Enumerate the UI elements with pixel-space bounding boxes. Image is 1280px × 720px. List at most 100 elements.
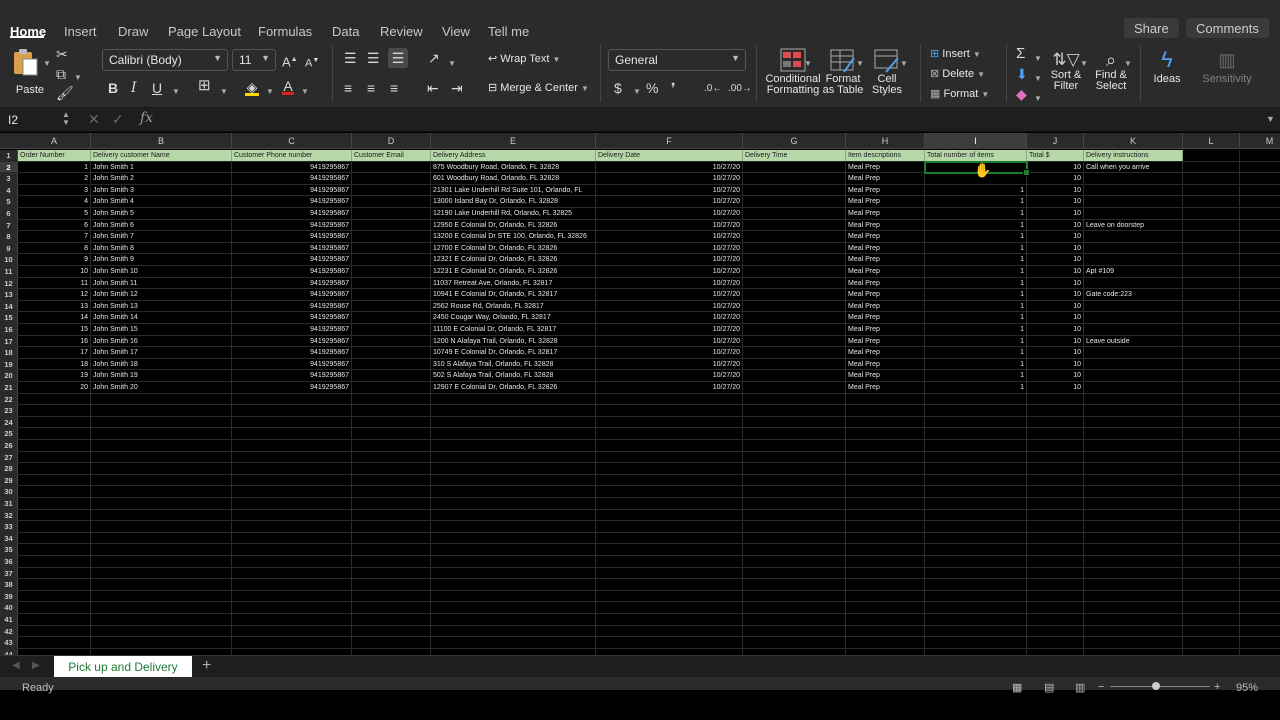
cell-m43[interactable] bbox=[1240, 637, 1280, 648]
cell-i7[interactable]: 1 bbox=[925, 219, 1027, 231]
cell-d17[interactable] bbox=[352, 335, 431, 347]
cell-a26[interactable] bbox=[18, 440, 91, 451]
cell-l20[interactable] bbox=[1183, 370, 1240, 381]
row-header-30[interactable]: 30 bbox=[0, 486, 18, 497]
row-header-34[interactable]: 34 bbox=[0, 532, 18, 544]
cell-g15[interactable] bbox=[743, 312, 846, 323]
cell-k27[interactable] bbox=[1084, 451, 1183, 463]
cell-b34[interactable] bbox=[91, 532, 232, 544]
cell-k26[interactable] bbox=[1084, 440, 1183, 451]
cell-g22[interactable] bbox=[743, 393, 846, 405]
cell-l26[interactable] bbox=[1183, 440, 1240, 451]
currency-dropdown-icon[interactable]: ▼ bbox=[633, 84, 641, 100]
cell-l29[interactable] bbox=[1183, 474, 1240, 486]
cell-i30[interactable] bbox=[925, 486, 1027, 497]
cell-a31[interactable] bbox=[18, 498, 91, 509]
cell-l25[interactable] bbox=[1183, 428, 1240, 439]
cell-a32[interactable] bbox=[18, 509, 91, 521]
row-header-35[interactable]: 35 bbox=[0, 544, 18, 555]
cell-i10[interactable]: 1 bbox=[925, 254, 1027, 265]
comments-button[interactable]: Comments bbox=[1186, 18, 1269, 38]
row-header-20[interactable]: 20 bbox=[0, 370, 18, 381]
cell-k19[interactable] bbox=[1084, 358, 1183, 370]
cell-c23[interactable] bbox=[232, 405, 352, 416]
align-center-icon[interactable]: ≡ bbox=[367, 80, 375, 96]
cell-c27[interactable] bbox=[232, 451, 352, 463]
cell-f1[interactable]: Delivery Date bbox=[596, 150, 743, 161]
font-color-icon[interactable]: A bbox=[282, 78, 294, 95]
row-header-4[interactable]: 4 bbox=[0, 184, 18, 196]
cell-f38[interactable] bbox=[596, 579, 743, 590]
cell-c28[interactable] bbox=[232, 463, 352, 474]
cell-e10[interactable]: 12321 E Colonial Dr, Orlando, FL 32826 bbox=[431, 254, 596, 265]
cell-m29[interactable] bbox=[1240, 475, 1280, 486]
cut-icon[interactable]: ✂ bbox=[56, 46, 68, 62]
cell-g1[interactable]: Delivery Time bbox=[743, 150, 846, 161]
cell-d37[interactable] bbox=[352, 567, 431, 579]
cell-a15[interactable]: 14 bbox=[18, 312, 91, 323]
cell-d38[interactable] bbox=[352, 579, 431, 590]
conditional-dropdown-icon[interactable]: ▼ bbox=[804, 56, 812, 72]
cell-g43[interactable] bbox=[743, 637, 846, 648]
cell-d4[interactable] bbox=[352, 184, 431, 196]
cell-e6[interactable]: 12190 Lake Underhill Rd, Orlando, FL 328… bbox=[431, 208, 596, 219]
cell-k16[interactable] bbox=[1084, 324, 1183, 335]
cell-l31[interactable] bbox=[1183, 498, 1240, 509]
row-header-23[interactable]: 23 bbox=[0, 405, 18, 416]
row-header-5[interactable]: 5 bbox=[0, 196, 18, 207]
fill-color-dropdown-icon[interactable]: ▼ bbox=[266, 84, 274, 100]
cell-g3[interactable] bbox=[743, 173, 846, 184]
cell-g5[interactable] bbox=[743, 196, 846, 207]
cell-g34[interactable] bbox=[743, 532, 846, 544]
cell-k42[interactable] bbox=[1084, 625, 1183, 637]
cell-c36[interactable] bbox=[232, 556, 352, 567]
cell-i6[interactable]: 1 bbox=[925, 208, 1027, 219]
clear-dropdown-icon[interactable]: ▼ bbox=[1034, 91, 1042, 107]
cell-c21[interactable]: 9419295867 bbox=[232, 382, 352, 393]
cell-l3[interactable] bbox=[1183, 173, 1240, 184]
cell-g14[interactable] bbox=[743, 300, 846, 312]
cell-j1[interactable]: Total $ bbox=[1027, 150, 1084, 161]
cell-m30[interactable] bbox=[1240, 486, 1280, 497]
cell-a8[interactable]: 7 bbox=[18, 231, 91, 242]
cell-j40[interactable] bbox=[1027, 602, 1084, 613]
align-bottom-icon[interactable]: ☰ bbox=[388, 48, 408, 68]
row-header-29[interactable]: 29 bbox=[0, 474, 18, 486]
cell-j32[interactable] bbox=[1027, 509, 1084, 521]
column-header-e[interactable]: E bbox=[431, 133, 596, 149]
cell-a20[interactable]: 19 bbox=[18, 370, 91, 381]
cell-b25[interactable] bbox=[91, 428, 232, 439]
cell-l40[interactable] bbox=[1183, 602, 1240, 613]
format-table-dropdown-icon[interactable]: ▼ bbox=[856, 56, 864, 72]
zoom-in-icon[interactable]: + bbox=[1214, 681, 1220, 693]
cell-c2[interactable]: 9419295867 bbox=[232, 161, 352, 173]
conditional-formatting-button[interactable]: Conditional Formatting bbox=[764, 46, 822, 96]
cell-i23[interactable] bbox=[925, 405, 1027, 416]
cell-e25[interactable] bbox=[431, 428, 596, 439]
cell-h11[interactable]: Meal Prep bbox=[846, 266, 925, 277]
cell-b30[interactable] bbox=[91, 486, 232, 497]
cell-k33[interactable] bbox=[1084, 521, 1183, 532]
cell-j6[interactable]: 10 bbox=[1027, 208, 1084, 219]
percent-icon[interactable]: % bbox=[646, 80, 658, 96]
cell-j12[interactable]: 10 bbox=[1027, 277, 1084, 289]
cell-g16[interactable] bbox=[743, 324, 846, 335]
cell-g27[interactable] bbox=[743, 451, 846, 463]
cell-b17[interactable]: John Smith 16 bbox=[91, 335, 232, 347]
cell-f43[interactable] bbox=[596, 637, 743, 648]
cell-e9[interactable]: 12700 E Colonial Dr, Orlando, FL 32826 bbox=[431, 242, 596, 254]
cell-j25[interactable] bbox=[1027, 428, 1084, 439]
cell-h16[interactable]: Meal Prep bbox=[846, 324, 925, 335]
cell-l7[interactable] bbox=[1183, 219, 1240, 231]
cell-m22[interactable] bbox=[1240, 394, 1280, 405]
cell-e33[interactable] bbox=[431, 521, 596, 532]
cell-h37[interactable] bbox=[846, 567, 925, 579]
formula-input[interactable] bbox=[162, 110, 1262, 130]
cell-j7[interactable]: 10 bbox=[1027, 219, 1084, 231]
cell-a3[interactable]: 2 bbox=[18, 173, 91, 184]
cell-h6[interactable]: Meal Prep bbox=[846, 208, 925, 219]
cell-i42[interactable] bbox=[925, 625, 1027, 637]
cell-m12[interactable] bbox=[1240, 278, 1280, 289]
cell-a43[interactable] bbox=[18, 637, 91, 648]
sort-dropdown-icon[interactable]: ▼ bbox=[1080, 56, 1088, 72]
